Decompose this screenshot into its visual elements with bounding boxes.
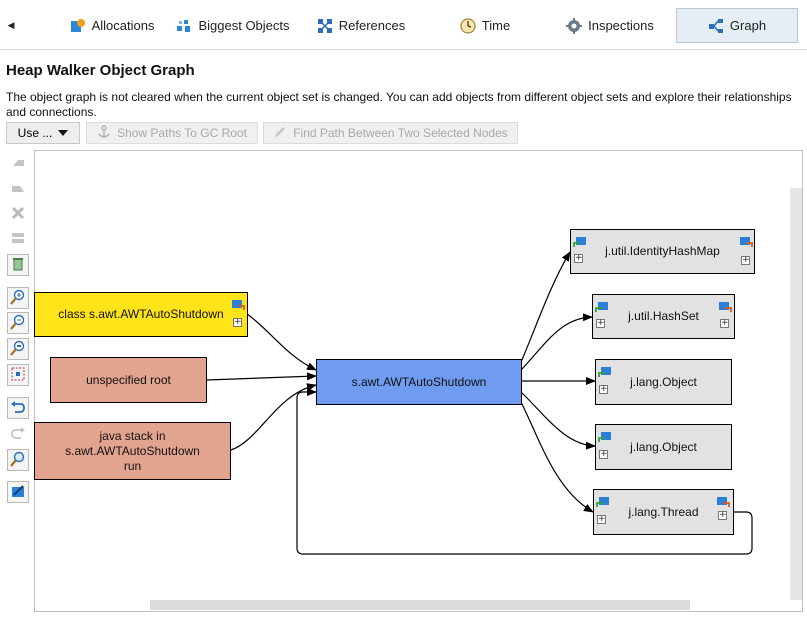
outgoing-reference-icon [740,237,753,247]
delete-button[interactable] [7,203,29,225]
clock-icon [460,18,476,34]
zoom-in-icon [10,289,26,308]
zoom-out-button[interactable] [7,312,29,334]
undo-button[interactable] [7,397,29,419]
show-paths-to-gc-root-button[interactable]: Show Paths To GC Root [86,122,258,144]
expand-incoming-icon[interactable]: + [599,450,608,459]
expand-icon[interactable]: + [233,318,242,327]
graph-node-unspecified-root[interactable]: unspecified root [50,357,207,403]
node-label: j.lang.Object [630,439,697,454]
zoom-out-icon [10,314,26,333]
back-icon [10,156,26,175]
forward-button[interactable] [7,179,29,201]
expand-outgoing-icon[interactable]: + [718,511,727,520]
tab-label: Time [481,18,511,33]
tab-label: Biggest Objects [198,18,290,33]
zoom-100-icon [10,340,26,359]
tab-label: Inspections [588,18,654,33]
graph-node-identity-hash-map[interactable]: j.util.IdentityHashMap + + [570,229,755,274]
references-icon [317,18,333,34]
incoming-reference-icon [598,432,611,442]
graph-node-awtautoshutdown-selected[interactable]: s.awt.AWTAutoShutdown [316,359,522,405]
expand-outgoing-icon[interactable]: + [720,319,729,328]
find-path-button[interactable]: Find Path Between Two Selected Nodes [263,122,518,144]
paths-label: Show Paths To GC Root [117,126,247,140]
remove-unselected-icon [10,230,26,249]
export-icon [10,483,26,502]
outgoing-reference-icon [717,497,730,507]
graph-node-hash-set[interactable]: j.util.HashSet + + [592,294,735,339]
delete-icon [10,205,26,224]
node-label: j.util.IdentityHashMap [605,244,720,258]
remove-unselected-button[interactable] [7,228,29,250]
tab-scroll-left-button[interactable]: ◀ [2,9,20,41]
graph-icon [708,18,724,34]
tab-graph[interactable]: Graph [676,8,798,43]
expand-incoming-icon[interactable]: + [597,515,606,524]
tab-allocations[interactable]: Allocations [62,8,162,43]
view-tab-bar: ◀ Allocations Biggest Objects References… [0,0,807,50]
tab-time[interactable]: Time [454,8,516,43]
page-title: Heap Walker Object Graph [6,62,195,79]
gear-icon [566,17,583,34]
page-description: The object graph is not cleared when the… [6,90,792,119]
caret-left-icon: ◀ [7,19,15,30]
use-button-label: Use ... [17,126,53,140]
expand-outgoing-icon[interactable]: + [741,256,750,265]
tab-inspections[interactable]: Inspections [564,8,656,43]
node-label: unspecified root [86,372,171,387]
pencil-icon [273,125,287,142]
clear-graph-icon [10,256,26,275]
tab-label: Allocations [91,18,155,33]
fit-content-button[interactable] [7,364,29,386]
node-label-line1: java stack in [99,428,166,443]
redo-icon [10,425,26,444]
tab-label: References [338,18,406,33]
chevron-down-icon [58,130,69,136]
back-button[interactable] [7,154,29,176]
graph-node-class-awtautoshutdown[interactable]: class s.awt.AWTAutoShutdown + [34,292,248,337]
graph-node-java-stack[interactable]: java stack in s.awt.AWTAutoShutdown run [34,422,231,480]
node-label: class s.awt.AWTAutoShutdown [58,307,224,321]
tab-label: Graph [729,18,767,33]
tab-references[interactable]: References [316,8,406,43]
node-label: s.awt.AWTAutoShutdown [351,374,487,389]
node-label: j.util.HashSet [628,309,699,323]
find-label: Find Path Between Two Selected Nodes [293,126,508,140]
search-icon [10,451,26,470]
allocations-icon [70,18,86,34]
fit-content-icon [10,366,26,385]
graph-node-object-1[interactable]: j.lang.Object + [595,359,732,405]
tab-biggest-objects[interactable]: Biggest Objects [176,8,290,43]
expand-incoming-icon[interactable]: + [599,385,608,394]
redo-button[interactable] [7,423,29,445]
incoming-reference-icon [598,367,611,377]
node-label-line2: s.awt.AWTAutoShutdown [65,443,200,458]
biggest-objects-icon [176,18,192,34]
zoom-in-button[interactable] [7,287,29,309]
node-label: j.lang.Object [630,374,697,389]
undo-icon [10,399,26,418]
outgoing-reference-icon [719,302,732,312]
clear-graph-button[interactable] [7,254,29,276]
horizontal-scrollbar[interactable] [150,600,690,610]
expand-incoming-icon[interactable]: + [596,319,605,328]
incoming-reference-icon [595,302,608,312]
incoming-reference-icon [596,497,609,507]
zoom-100-button[interactable] [7,338,29,360]
node-label: j.lang.Thread [628,504,699,519]
incoming-reference-icon [573,237,586,247]
node-label-line3: run [123,458,142,473]
forward-icon [10,181,26,200]
expand-incoming-icon[interactable]: + [574,254,583,263]
export-button[interactable] [7,481,29,503]
graph-node-object-2[interactable]: j.lang.Object + [595,424,732,470]
graph-node-thread[interactable]: j.lang.Thread + + [593,489,734,535]
vertical-scrollbar[interactable] [790,188,802,600]
object-icon [232,300,245,310]
search-button[interactable] [7,449,29,471]
anchor-icon [97,124,111,142]
use-dropdown-button[interactable]: Use ... [6,122,80,144]
